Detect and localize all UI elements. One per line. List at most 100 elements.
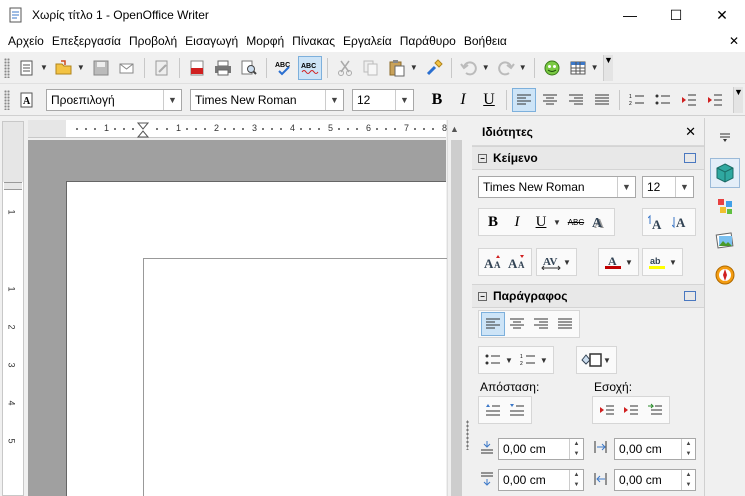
menu-tools[interactable]: Εργαλεία <box>339 34 396 48</box>
sidebar-align-center-icon[interactable] <box>505 312 529 336</box>
character-spacing-icon[interactable]: AV <box>539 250 563 274</box>
sidebar-increase-indent-icon[interactable] <box>595 398 619 422</box>
bold-button[interactable]: B <box>425 88 449 112</box>
font-size-select[interactable]: 12 ▼ <box>352 88 414 111</box>
redo-dropdown-icon[interactable]: ▼ <box>519 63 527 72</box>
email-icon[interactable] <box>115 56 139 80</box>
autospellcheck-icon[interactable]: ABC <box>297 55 322 80</box>
font-color-icon[interactable]: A <box>601 250 625 274</box>
styles-and-formatting-icon[interactable]: A <box>15 88 39 112</box>
toolbar-grip[interactable] <box>4 89 10 110</box>
spin-buttons[interactable]: ▲ ▼ <box>681 439 695 459</box>
sidebar-font-size-select[interactable]: 12 ▼ <box>642 176 694 198</box>
sidebar-numbering-icon[interactable]: 12 <box>516 348 540 372</box>
indent-after-field[interactable]: 0,00 cm ▲ ▼ <box>614 469 696 491</box>
paragraph-style-select[interactable]: Προεπιλογή ▼ <box>46 88 182 111</box>
shadow-icon[interactable]: AA <box>588 210 612 234</box>
paste-dropdown-icon[interactable]: ▼ <box>410 63 418 72</box>
chevron-down-icon[interactable]: ▼ <box>325 89 343 110</box>
properties-tab-icon[interactable] <box>710 158 740 188</box>
sidebar-align-left-icon[interactable] <box>481 312 505 336</box>
numbering-icon[interactable]: 12 <box>625 88 649 112</box>
decrease-spacing-icon[interactable] <box>505 398 529 422</box>
highlight-dropdown-icon[interactable]: ▼ <box>669 258 677 267</box>
decrease-indent-icon[interactable] <box>677 88 701 112</box>
styles-tab-icon[interactable] <box>710 192 740 222</box>
sidebar-font-name-select[interactable]: Times New Roman ▼ <box>478 176 636 198</box>
superscript-icon[interactable]: A <box>645 210 669 234</box>
minimize-button[interactable]: — <box>607 0 653 30</box>
more-options-icon[interactable] <box>684 291 696 301</box>
maximize-button[interactable]: ☐ <box>653 0 699 30</box>
print-preview-icon[interactable] <box>237 56 261 80</box>
menu-table[interactable]: Πίνακας <box>288 34 339 48</box>
text-section-header[interactable]: − Κείμενο <box>472 146 704 170</box>
open-folder-icon[interactable] <box>52 56 76 80</box>
spacing-dropdown-icon[interactable]: ▼ <box>563 258 571 267</box>
sidebar-underline-button[interactable]: U <box>529 210 553 234</box>
chevron-down-icon[interactable]: ▼ <box>163 89 181 110</box>
spacing-below-field[interactable]: 0,00 cm ▲ ▼ <box>498 469 584 491</box>
background-dropdown-icon[interactable]: ▼ <box>603 356 611 365</box>
increase-indent-icon[interactable] <box>703 88 727 112</box>
export-pdf-icon[interactable] <box>185 56 209 80</box>
sidebar-italic-button[interactable]: I <box>505 210 529 234</box>
italic-button[interactable]: I <box>451 88 475 112</box>
new-document-icon[interactable] <box>15 56 39 80</box>
edit-mode-icon[interactable] <box>150 56 174 80</box>
more-options-icon[interactable] <box>684 153 696 163</box>
spin-buttons[interactable]: ▲ ▼ <box>569 439 583 459</box>
sidebar-justify-icon[interactable] <box>553 312 577 336</box>
spin-buttons[interactable]: ▲ ▼ <box>681 470 695 490</box>
font-color-dropdown-icon[interactable]: ▼ <box>625 258 633 267</box>
sidebar-close-icon[interactable]: ✕ <box>685 124 696 140</box>
new-dropdown-icon[interactable]: ▼ <box>40 63 48 72</box>
scroll-thumb[interactable] <box>451 140 462 496</box>
align-center-icon[interactable] <box>538 88 562 112</box>
menu-window[interactable]: Παράθυρο <box>396 34 460 48</box>
collapse-icon[interactable]: − <box>478 291 487 301</box>
toolbar-overflow-button[interactable]: ▼ <box>733 87 743 113</box>
indent-before-field[interactable]: 0,00 cm ▲ ▼ <box>614 438 696 460</box>
toolbar-overflow-button[interactable]: ▼ <box>603 55 613 81</box>
cut-icon[interactable] <box>333 56 357 80</box>
justify-icon[interactable] <box>590 88 614 112</box>
bullets-icon[interactable] <box>651 88 675 112</box>
hanging-indent-icon[interactable] <box>643 398 667 422</box>
sidebar-align-right-icon[interactable] <box>529 312 553 336</box>
paragraph-background-icon[interactable] <box>579 348 603 372</box>
menu-insert[interactable]: Εισαγωγή <box>181 34 242 48</box>
table-icon[interactable] <box>566 56 590 80</box>
subscript-icon[interactable]: A <box>669 210 693 234</box>
scroll-up-icon[interactable]: ▲ <box>450 124 459 134</box>
align-left-icon[interactable] <box>512 87 536 112</box>
emoji-icon[interactable] <box>540 56 564 80</box>
spin-buttons[interactable]: ▲ ▼ <box>569 470 583 490</box>
sidebar-menu-icon[interactable] <box>710 122 740 152</box>
undo-dropdown-icon[interactable]: ▼ <box>482 63 490 72</box>
chevron-down-icon[interactable]: ▼ <box>675 177 693 197</box>
document-page[interactable] <box>66 181 447 496</box>
sidebar-bold-button[interactable]: B <box>481 210 505 234</box>
clone-formatting-icon[interactable] <box>422 56 446 80</box>
print-icon[interactable] <box>211 56 235 80</box>
menu-help[interactable]: Βοήθεια <box>460 34 511 48</box>
copy-icon[interactable] <box>359 56 383 80</box>
sidebar-bullets-icon[interactable] <box>481 348 505 372</box>
undo-icon[interactable] <box>457 56 481 80</box>
font-name-select[interactable]: Times New Roman ▼ <box>190 88 344 111</box>
shrink-font-icon[interactable]: AA <box>505 250 529 274</box>
close-window-button[interactable]: ✕ <box>699 0 745 30</box>
increase-spacing-icon[interactable] <box>481 398 505 422</box>
sidebar-decrease-indent-icon[interactable] <box>619 398 643 422</box>
spellcheck-icon[interactable]: ABC <box>272 56 296 80</box>
underline-dropdown-icon[interactable]: ▼ <box>553 218 561 227</box>
numbering-dropdown-icon[interactable]: ▼ <box>540 356 548 365</box>
paste-icon[interactable] <box>385 56 409 80</box>
close-document-icon[interactable]: ✕ <box>729 34 739 48</box>
sidebar-splitter[interactable] <box>464 120 472 496</box>
table-dropdown-icon[interactable]: ▼ <box>591 63 599 72</box>
open-dropdown-icon[interactable]: ▼ <box>77 63 85 72</box>
menu-format[interactable]: Μορφή <box>242 34 288 48</box>
collapse-icon[interactable]: − <box>478 153 487 163</box>
